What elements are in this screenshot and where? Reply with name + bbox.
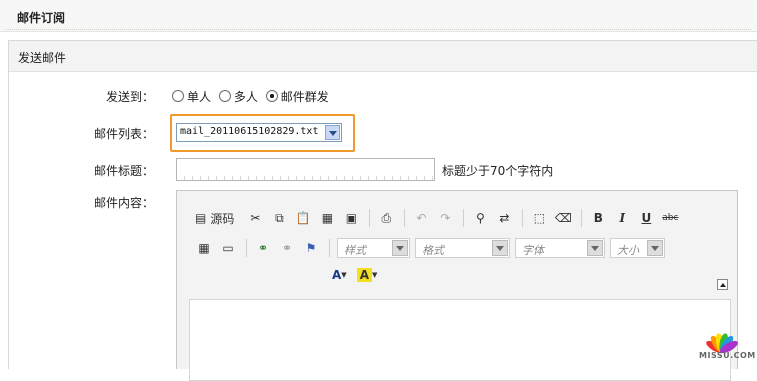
chevron-down-icon xyxy=(647,240,663,256)
content-label: 邮件内容： xyxy=(93,196,154,210)
watermark-logo: MISSU.COM xyxy=(697,313,755,365)
watermark-text: MISSU.COM xyxy=(699,351,756,360)
paste-text-icon[interactable]: ▦ xyxy=(318,209,336,227)
collapse-toolbar-icon[interactable] xyxy=(717,279,728,290)
select-all-icon[interactable]: ⬚ xyxy=(530,209,548,227)
peacock-logo-icon xyxy=(706,333,738,354)
toolbar-row-3: A ▼ A ▼ xyxy=(332,266,383,284)
toolbar-separator xyxy=(246,239,247,257)
font-combo-label: 字体 xyxy=(522,244,544,257)
toolbar-separator xyxy=(329,239,330,257)
undo-icon[interactable]: ↶ xyxy=(412,209,430,227)
bg-color-icon[interactable]: A ▼ xyxy=(356,266,377,284)
subject-input[interactable] xyxy=(176,158,435,181)
chevron-down-icon xyxy=(587,240,603,256)
style-combo[interactable]: 样式 xyxy=(337,238,410,258)
replace-icon[interactable]: ⇄ xyxy=(495,209,513,227)
paste-icon[interactable]: 📋 xyxy=(294,209,312,227)
subject-label: 邮件标题： xyxy=(93,164,154,178)
size-combo[interactable]: 大小 xyxy=(610,238,665,258)
send-to-radio-group: 单人 多人 邮件群发 xyxy=(172,88,333,105)
radio-bulk-label: 邮件群发 xyxy=(280,90,329,104)
unlink-icon[interactable]: ⚭ xyxy=(278,239,296,257)
page-header: 邮件订阅 xyxy=(0,0,757,32)
toolbar-separator xyxy=(404,209,406,227)
strike-icon[interactable]: abc xyxy=(661,209,679,227)
horizontal-rule-icon[interactable]: ▭ xyxy=(219,239,237,257)
copy-icon[interactable]: ⧉ xyxy=(270,209,288,227)
panel-header: 发送邮件 xyxy=(9,41,757,72)
underline-icon[interactable]: U xyxy=(637,209,655,227)
rich-text-editor: ▤ 源码 ✂ ⧉ 📋 ▦ ▣ ⎙ ↶ ↷ ⚲ ⇄ ⬚ ⌫ B I U abc ▦… xyxy=(176,190,738,381)
bold-icon[interactable]: B xyxy=(589,209,607,227)
radio-multiple[interactable] xyxy=(218,90,231,102)
toolbar-separator xyxy=(522,209,524,227)
toolbar-row-2: ▦ ▭ ⚭ ⚭ ⚑ 样式 格式 字体 大小 xyxy=(195,238,670,258)
format-combo[interactable]: 格式 xyxy=(415,238,510,258)
subject-hint: 标题少于70个字符内 xyxy=(442,164,554,178)
send-to-label: 发送到： xyxy=(105,90,154,104)
anchor-icon[interactable]: ⚑ xyxy=(302,239,320,257)
source-button[interactable]: ▤ 源码 xyxy=(195,209,234,227)
cut-icon[interactable]: ✂ xyxy=(246,209,264,227)
size-combo-label: 大小 xyxy=(617,244,639,257)
find-icon[interactable]: ⚲ xyxy=(471,209,489,227)
mail-list-value: mail_20110615102829.txt xyxy=(180,126,319,137)
style-combo-label: 样式 xyxy=(344,244,366,257)
radio-multiple-label: 多人 xyxy=(233,90,258,104)
format-combo-label: 格式 xyxy=(422,244,444,257)
text-color-icon[interactable]: A ▼ xyxy=(332,266,347,284)
radio-bulk[interactable] xyxy=(265,90,278,102)
mail-list-select[interactable]: mail_20110615102829.txt xyxy=(176,123,342,142)
page-title: 邮件订阅 xyxy=(17,11,66,25)
header-divider xyxy=(6,29,751,30)
paste-word-icon[interactable]: ▣ xyxy=(342,209,360,227)
chevron-down-icon[interactable] xyxy=(325,125,340,140)
radio-single[interactable] xyxy=(172,90,184,102)
mail-list-label: 邮件列表： xyxy=(93,127,154,141)
redo-icon[interactable]: ↷ xyxy=(436,209,454,227)
radio-single-label: 单人 xyxy=(187,90,212,104)
font-combo[interactable]: 字体 xyxy=(515,238,605,258)
toolbar-separator xyxy=(463,209,465,227)
table-icon[interactable]: ▦ xyxy=(195,239,213,257)
source-label: 源码 xyxy=(210,211,235,226)
panel-title: 发送邮件 xyxy=(18,51,67,65)
chevron-down-icon xyxy=(492,240,508,256)
remove-format-icon[interactable]: ⌫ xyxy=(554,209,572,227)
italic-icon[interactable]: I xyxy=(613,209,631,227)
link-icon[interactable]: ⚭ xyxy=(254,239,272,257)
source-icon: ▤ xyxy=(195,211,207,225)
toolbar-separator xyxy=(581,209,583,227)
print-icon[interactable]: ⎙ xyxy=(377,209,395,227)
toolbar-separator xyxy=(369,209,371,227)
chevron-down-icon xyxy=(392,240,408,256)
toolbar-row-1: ▤ 源码 ✂ ⧉ 📋 ▦ ▣ ⎙ ↶ ↷ ⚲ ⇄ ⬚ ⌫ B I U abc xyxy=(195,209,685,227)
